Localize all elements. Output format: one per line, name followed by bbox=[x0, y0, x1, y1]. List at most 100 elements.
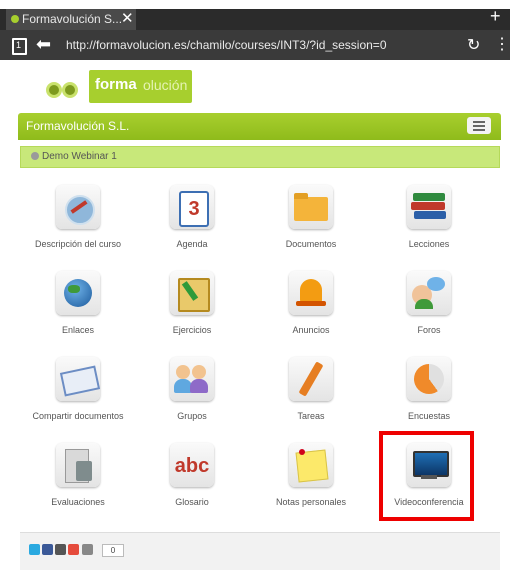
tool-compartir-documentos[interactable]: Compartir documentos bbox=[18, 357, 138, 437]
tool-label[interactable]: Encuestas bbox=[369, 411, 489, 421]
forum-icon-shape bbox=[415, 299, 433, 309]
hamburger-icon-line bbox=[473, 125, 485, 127]
tool-descripción-del-curso[interactable]: Descripción del curso bbox=[18, 185, 138, 265]
tabs-overview-icon[interactable]: 1 bbox=[12, 38, 27, 55]
new-tab-button[interactable]: + bbox=[490, 6, 501, 26]
tool-label[interactable]: Notas personales bbox=[251, 497, 371, 507]
plus-share-icon[interactable] bbox=[68, 544, 79, 555]
page-footer: 0 bbox=[20, 532, 500, 570]
tool-label[interactable]: Agenda bbox=[132, 239, 252, 249]
hamburger-icon bbox=[473, 121, 485, 123]
books-icon-shape bbox=[411, 202, 445, 210]
home-icon[interactable] bbox=[31, 152, 39, 160]
glossary-icon[interactable]: abc bbox=[170, 443, 214, 487]
overflow-menu-icon[interactable]: ⋮ bbox=[494, 34, 510, 54]
groups-icon[interactable] bbox=[170, 357, 214, 401]
tab-close-icon[interactable]: ✕ bbox=[121, 8, 134, 29]
address-bar: 1 ⬅ http://formavolucion.es/chamilo/cour… bbox=[0, 30, 510, 60]
tool-anuncios[interactable]: Anuncios bbox=[251, 271, 371, 351]
tool-encuestas[interactable]: Encuestas bbox=[369, 357, 489, 437]
tool-label[interactable]: Grupos bbox=[132, 411, 252, 421]
tool-enlaces[interactable]: Enlaces bbox=[18, 271, 138, 351]
tool-label[interactable]: Glosario bbox=[132, 497, 252, 507]
folder-icon-shape bbox=[294, 193, 308, 199]
tool-label[interactable]: Evaluaciones bbox=[18, 497, 138, 507]
calendar-icon-shape: 3 bbox=[179, 191, 209, 227]
logo-wordmark: forma olución bbox=[89, 70, 192, 103]
owl-right-eye bbox=[62, 82, 78, 98]
exercise-icon[interactable] bbox=[170, 271, 214, 315]
hamburger-icon-line bbox=[473, 129, 485, 131]
logo-text-forma: forma bbox=[95, 76, 137, 93]
share-count: 0 bbox=[102, 544, 124, 557]
menu-toggle-button[interactable] bbox=[467, 117, 491, 134]
browser-tab-strip: Formavolución S... ✕ + bbox=[0, 0, 510, 30]
tool-tareas[interactable]: Tareas bbox=[251, 357, 371, 437]
reload-icon[interactable]: ↻ bbox=[467, 35, 480, 55]
tool-evaluaciones[interactable]: Evaluaciones bbox=[18, 443, 138, 523]
tool-label[interactable]: Tareas bbox=[251, 411, 371, 421]
tool-label[interactable]: Foros bbox=[369, 325, 489, 335]
tool-label[interactable]: Descripción del curso bbox=[18, 239, 138, 249]
calendar-icon[interactable]: 3 bbox=[170, 185, 214, 229]
owl-left-eye bbox=[46, 82, 62, 98]
groups-icon-shape bbox=[192, 365, 206, 379]
site-navbar: Formavolución S.L. bbox=[18, 113, 501, 140]
tool-label[interactable]: Lecciones bbox=[369, 239, 489, 249]
navbar-brand[interactable]: Formavolución S.L. bbox=[26, 119, 129, 133]
tool-notas-personales[interactable]: Notas personales bbox=[251, 443, 371, 523]
logo-text-olucion: olución bbox=[143, 77, 188, 93]
survey-icon[interactable] bbox=[407, 357, 451, 401]
pencil-icon[interactable] bbox=[289, 357, 333, 401]
forum-icon[interactable] bbox=[407, 271, 451, 315]
tool-agenda[interactable]: 3 Agenda bbox=[132, 185, 252, 265]
tool-label[interactable]: Documentos bbox=[251, 239, 371, 249]
breadcrumb: Demo Webinar 1 bbox=[20, 146, 500, 168]
globe-icon-shape bbox=[68, 285, 80, 293]
tool-ejercicios[interactable]: Ejercicios bbox=[132, 271, 252, 351]
globe-icon-shape bbox=[64, 279, 92, 307]
groups-icon-shape bbox=[176, 365, 190, 379]
tool-label[interactable]: Ejercicios bbox=[132, 325, 252, 335]
glossary-icon-shape: abc bbox=[174, 455, 210, 477]
envelope-icon-shape bbox=[59, 365, 101, 397]
tabs-count: 1 bbox=[16, 40, 22, 50]
url-field[interactable]: http://formavolucion.es/chamilo/courses/… bbox=[66, 38, 387, 52]
folder-icon[interactable] bbox=[289, 185, 333, 229]
books-icon-shape bbox=[413, 193, 445, 201]
tool-label[interactable]: Enlaces bbox=[18, 325, 138, 335]
folder-icon-shape bbox=[294, 197, 328, 221]
browser-tab[interactable]: Formavolución S... ✕ bbox=[6, 9, 136, 30]
tool-lecciones[interactable]: Lecciones bbox=[369, 185, 489, 265]
envelope-icon[interactable] bbox=[56, 357, 101, 401]
survey-icon-shape bbox=[414, 364, 444, 394]
bell-icon-shape bbox=[300, 279, 322, 303]
back-arrow-icon[interactable]: ⬅ bbox=[36, 34, 51, 55]
calculator-icon-shape bbox=[76, 461, 92, 481]
tool-label[interactable]: Compartir documentos bbox=[18, 411, 138, 421]
breadcrumb-course[interactable]: Demo Webinar 1 bbox=[42, 151, 117, 162]
forum-icon-shape bbox=[427, 277, 445, 291]
favicon-icon bbox=[11, 15, 19, 23]
globe-icon[interactable] bbox=[56, 271, 100, 315]
more-share-icon[interactable] bbox=[82, 544, 93, 555]
tool-documentos[interactable]: Documentos bbox=[251, 185, 371, 265]
tool-grupos[interactable]: Grupos bbox=[132, 357, 252, 437]
email-share-icon[interactable] bbox=[55, 544, 66, 555]
tool-glosario[interactable]: abc Glosario bbox=[132, 443, 252, 523]
tool-foros[interactable]: Foros bbox=[369, 271, 489, 351]
description-icon[interactable] bbox=[56, 185, 100, 229]
note-icon-shape bbox=[299, 449, 305, 455]
highlight-box bbox=[379, 431, 474, 521]
tab-title: Formavolución S... bbox=[22, 12, 123, 26]
calculator-icon[interactable] bbox=[56, 443, 100, 487]
bell-icon[interactable] bbox=[289, 271, 333, 315]
bell-icon-shape bbox=[296, 301, 326, 306]
pencil-icon-shape bbox=[298, 361, 324, 397]
note-icon[interactable] bbox=[289, 443, 333, 487]
site-logo[interactable]: forma olución bbox=[42, 70, 192, 103]
books-icon[interactable] bbox=[407, 185, 451, 229]
tool-label[interactable]: Anuncios bbox=[251, 325, 371, 335]
twitter-share-icon[interactable] bbox=[29, 544, 40, 555]
facebook-share-icon[interactable] bbox=[42, 544, 53, 555]
